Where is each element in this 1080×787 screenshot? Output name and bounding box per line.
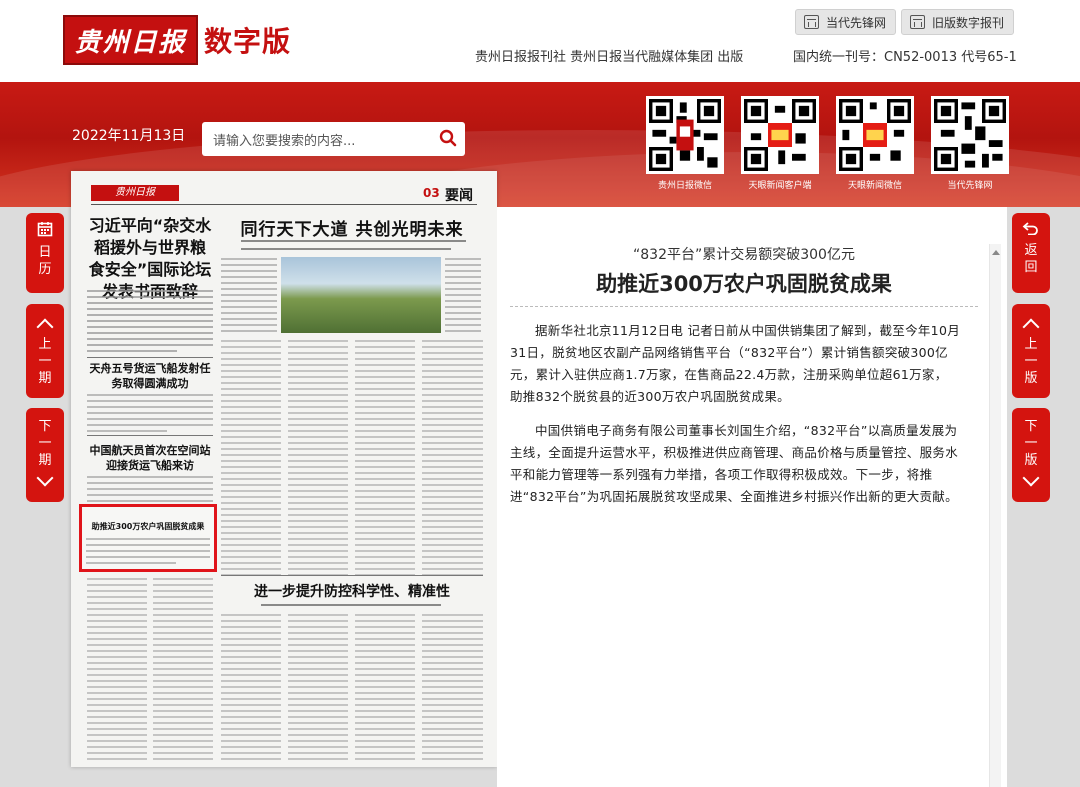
newspaper-page-image[interactable]: 贵州日报 03 要闻 习近平向“杂交水稻援外与世界粮食安全”国际论坛发表书面致辞… (71, 171, 497, 767)
newspaper-icon (910, 15, 925, 29)
calendar-button[interactable]: 日历 (26, 213, 64, 293)
return-arrow-icon (1022, 222, 1038, 236)
issn-text: 国内统一刊号：CN52-0013 代号65-1 (793, 50, 1017, 65)
newspaper-icon (804, 15, 819, 29)
paper-text-column (445, 258, 481, 332)
next-page-label: 下一版 (1024, 419, 1038, 468)
qr-label: 当代先锋网 (947, 181, 993, 191)
chevron-down-icon (1022, 469, 1040, 487)
chevron-up-icon (1022, 318, 1040, 336)
qr-label: 天眼新闻微信 (847, 181, 902, 191)
search-icon[interactable] (439, 129, 457, 147)
paper-text-column (87, 577, 213, 763)
paper-text-column (87, 290, 213, 352)
issue-date: 2022年11月13日 (72, 128, 186, 144)
qr-code-icon (741, 96, 819, 174)
site-header: 贵州日报 数字版 贵州日报报刊社 贵州日报当代融媒体集团 出版 国内统一刊号：C… (0, 0, 1080, 82)
qr-code-tianyan-app[interactable]: 天眼新闻客户端 (739, 96, 821, 191)
chevron-down-icon (36, 469, 54, 487)
paper-text-column (86, 538, 210, 564)
paper-divider (221, 575, 483, 576)
logo-digital-label: 数字版 (204, 25, 292, 58)
qr-code-icon (836, 96, 914, 174)
search-box[interactable]: 请输入您要搜索的内容... (202, 122, 465, 156)
paper-text-column (221, 258, 277, 332)
article-paragraph: 据新华社北京11月12日电 记者日前从中国供销集团了解到，截至今年10月31日，… (510, 323, 960, 404)
qr-code-guizhou-daily-wechat[interactable]: 贵州日报微信 (644, 96, 726, 191)
back-label: 返回 (1024, 243, 1038, 275)
paper-masthead: 贵州日报 (91, 185, 179, 201)
qr-code-dangdai-xianfeng[interactable]: 当代先锋网 (929, 96, 1011, 191)
paper-body-columns (221, 339, 483, 575)
logo-text: 贵州日报 (74, 27, 187, 58)
paper-header-line (91, 204, 477, 205)
prev-issue-button[interactable]: 上一期 (26, 304, 64, 398)
next-page-button[interactable]: 下一版 (1012, 408, 1050, 502)
qr-code-icon (931, 96, 1009, 174)
article-subtitle: “832平台”累计交易额突破300亿元 (633, 247, 855, 263)
paper-text-column (87, 476, 213, 502)
qr-code-icon (646, 96, 724, 174)
site-logo[interactable]: 贵州日报 (63, 15, 198, 65)
paper-page-name: 要闻 (445, 188, 473, 204)
qr-label: 天眼新闻客户端 (748, 181, 812, 191)
paper-headline-6: 进一步提升防控科学性、精准性 (254, 584, 450, 600)
publisher-text: 贵州日报报刊社 贵州日报当代融媒体集团 出版 (475, 50, 744, 65)
next-issue-button[interactable]: 下一期 (26, 408, 64, 502)
paper-headline-5: 助推近300万农户巩固脱贫成果 (91, 522, 205, 531)
paper-divider (87, 357, 213, 358)
qr-label: 贵州日报微信 (657, 181, 712, 191)
next-issue-label: 下一期 (38, 419, 52, 468)
paper-text-column (87, 394, 213, 432)
article-scrollbar[interactable] (989, 244, 1001, 787)
calendar-icon (37, 222, 53, 237)
paper-page-number: 03 (423, 186, 440, 200)
article-divider (510, 306, 978, 307)
paper-subheading (261, 604, 441, 606)
paper-photo (281, 257, 441, 333)
paper-headline-4: 中国航天员首次在空间站迎接货运飞船来访 (89, 444, 211, 472)
old-digital-edition-button[interactable]: 旧版数字报刊 (901, 9, 1015, 35)
paper-body-columns (221, 613, 483, 763)
search-input[interactable]: 请输入您要搜索的内容... (213, 130, 355, 149)
chevron-up-icon (36, 318, 54, 336)
back-button[interactable]: 返回 (1012, 213, 1050, 293)
contemporary-pioneer-link-button[interactable]: 当代先锋网 (795, 9, 897, 35)
button-label: 旧版数字报刊 (932, 15, 1005, 30)
calendar-label: 日历 (38, 245, 52, 277)
paper-divider (87, 435, 213, 436)
prev-page-button[interactable]: 上一版 (1012, 304, 1050, 398)
button-label: 当代先锋网 (826, 15, 887, 30)
article-paragraph: 中国供销电子商务有限公司董事长刘国生介绍，“832平台”以高质量发展为主线，全面… (510, 423, 959, 504)
paper-headline-3: 天舟五号货运飞船发射任务取得圆满成功 (89, 362, 211, 390)
paper-subheading (241, 240, 466, 250)
qr-code-tianyan-wechat[interactable]: 天眼新闻微信 (834, 96, 916, 191)
scroll-up-arrow-icon[interactable] (992, 250, 1000, 255)
prev-page-label: 上一版 (1024, 337, 1038, 386)
prev-issue-label: 上一期 (38, 337, 52, 386)
highlighted-article-box[interactable]: 助推近300万农户巩固脱贫成果 (79, 504, 217, 572)
article-title: 助推近300万农户巩固脱贫成果 (596, 272, 892, 296)
